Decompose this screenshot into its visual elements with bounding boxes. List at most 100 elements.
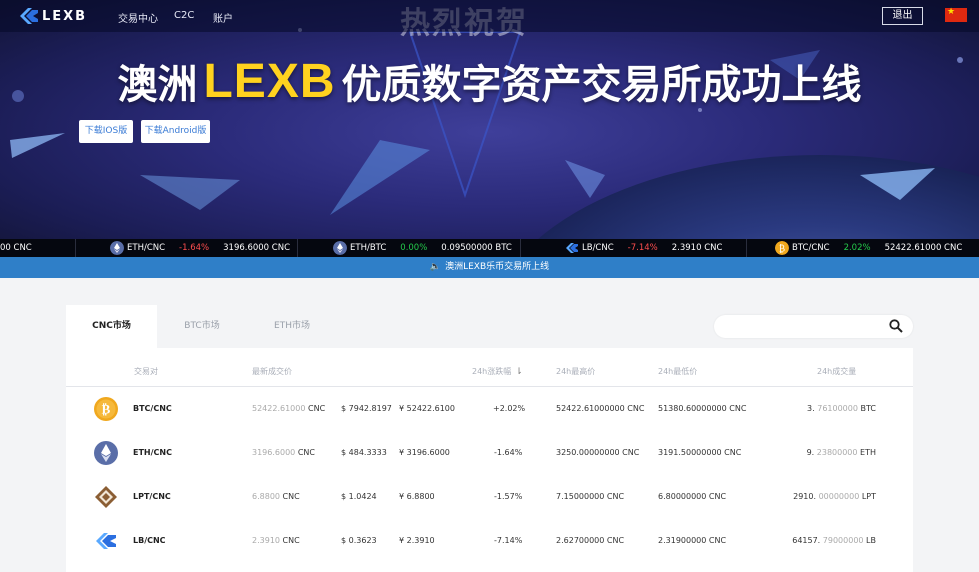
pair-name: BTC/CNC	[133, 404, 172, 413]
headline-suffix: 优质数字资产交易所成功上线	[341, 62, 862, 108]
last-price: 6.8800	[252, 492, 280, 501]
last-price-unit: CNC	[297, 448, 315, 457]
ticker-item[interactable]: LB/CNC -7.14% 2.3910 CNC	[565, 239, 722, 257]
volume-dec: 00000000	[818, 492, 860, 501]
change-value: +2.02%	[493, 404, 526, 413]
volume-dec: 76100000	[817, 404, 858, 413]
top-navigation: LEXB 交易中心 C2C 账户 退出 ★	[0, 0, 979, 32]
market-panel: CNC市场 BTC市场 ETH市场 交易对 最新成交价 24h涨跌幅 ⇂ 24h最…	[66, 305, 913, 572]
ticker-change: 0.00%	[400, 243, 428, 253]
volume-int: 64157.	[792, 536, 821, 545]
ticker-price: 0.09500000 BTC	[441, 243, 512, 253]
sort-icon[interactable]: ⇂	[515, 367, 523, 377]
logo[interactable]: LEXB	[20, 8, 87, 24]
col-low: 24h最低价	[658, 367, 698, 376]
col-change[interactable]: 24h涨跌幅 ⇂	[472, 366, 523, 377]
last-price: 2.3910	[252, 536, 280, 545]
ticker-item[interactable]: ETH/BTC 0.00% 0.09500000 BTC	[333, 239, 512, 257]
low-value: 3191.50000000 CNC	[658, 448, 742, 457]
col-pair: 交易对	[134, 367, 158, 376]
download-android-button[interactable]: 下载Android版	[141, 120, 210, 143]
col-volume: 24h成交量	[817, 367, 857, 376]
china-flag-icon[interactable]: ★	[945, 7, 967, 22]
col-high: 24h最高价	[556, 367, 596, 376]
usd-price: $ 1.0424	[341, 492, 377, 501]
logo-text: LEXB	[42, 8, 88, 24]
nav-c2c[interactable]: C2C	[174, 10, 194, 21]
ticker-item[interactable]: 00 CNC	[0, 239, 32, 257]
low-value: 2.31900000 CNC	[658, 536, 727, 545]
volume-int: 3.	[807, 404, 815, 413]
volume-dec: 79000000	[822, 536, 864, 545]
volume-int: 2910.	[793, 492, 817, 501]
col-last-price: 最新成交价	[252, 367, 292, 376]
tab-btc-market[interactable]: BTC市场	[166, 305, 238, 348]
table-row[interactable]: ₿ BTC/CNC 52422.61000 CNC $ 7942.8197 ¥ …	[66, 388, 913, 432]
btc-icon: ₿	[94, 397, 118, 421]
cny-price: ¥ 3196.6000	[399, 448, 450, 457]
eth-icon	[110, 241, 124, 255]
speaker-icon: 🔈	[429, 262, 442, 272]
last-price: 52422.61000	[252, 404, 306, 413]
high-value: 52422.61000000 CNC	[556, 404, 645, 413]
change-value: -1.64%	[494, 448, 523, 457]
high-value: 3250.00000000 CNC	[556, 448, 640, 457]
headline-prefix: 澳洲	[117, 62, 198, 108]
download-ios-button[interactable]: 下载IOS版	[79, 120, 133, 143]
nav-account[interactable]: 账户	[213, 10, 233, 25]
announcement-text: 澳洲LEXB乐币交易所上线	[445, 262, 550, 272]
table-row[interactable]: LPT/CNC 6.8800 CNC $ 1.0424 ¥ 6.8800 -1.…	[66, 476, 913, 520]
cny-price: ¥ 52422.6100	[399, 404, 455, 413]
logout-button[interactable]: 退出	[882, 7, 923, 25]
high-value: 2.62700000 CNC	[556, 536, 625, 545]
tab-eth-market[interactable]: ETH市场	[256, 305, 328, 348]
market-table: 交易对 最新成交价 24h涨跌幅 ⇂ 24h最高价 24h最低价 24h成交量 ₿…	[66, 348, 913, 572]
search-icon[interactable]	[889, 319, 903, 333]
tab-cnc-market[interactable]: CNC市场	[66, 305, 157, 348]
ticker-price: 52422.61000 CNC	[884, 243, 963, 253]
lexb-logo-icon	[20, 8, 38, 24]
svg-text:₿: ₿	[779, 244, 785, 255]
last-price-unit: CNC	[282, 492, 300, 501]
hero-headline: 澳洲 LEXB 优质数字资产交易所成功上线	[0, 52, 979, 110]
eth-icon	[333, 241, 347, 255]
volume-unit: BTC	[860, 404, 877, 413]
volume-unit: ETH	[860, 448, 876, 457]
low-value: 6.80000000 CNC	[658, 492, 727, 501]
last-price-unit: CNC	[282, 536, 300, 545]
table-row[interactable]: LB/CNC 2.3910 CNC $ 0.3623 ¥ 2.3910 -7.1…	[66, 520, 913, 564]
search-box	[714, 315, 913, 338]
nav-trade-center[interactable]: 交易中心	[118, 10, 158, 25]
ticker-price: 2.3910 CNC	[671, 243, 723, 253]
ticker-price: 00 CNC	[0, 243, 32, 253]
ticker-change: 2.02%	[843, 243, 871, 253]
ticker-pair: ETH/BTC	[350, 243, 387, 253]
announcement-bar[interactable]: 🔈 澳洲LEXB乐币交易所上线	[0, 257, 979, 278]
cny-price: ¥ 2.3910	[399, 536, 435, 545]
ticker-item[interactable]: ₿ BTC/CNC 2.02% 52422.61000 CNC	[775, 239, 962, 257]
low-value: 51380.60000000 CNC	[658, 404, 747, 413]
pair-name: LB/CNC	[133, 536, 166, 545]
lb-icon	[96, 533, 116, 549]
table-row[interactable]: ETH/CNC 3196.6000 CNC $ 484.3333 ¥ 3196.…	[66, 432, 913, 476]
ticker-price: 3196.6000 CNC	[223, 243, 291, 253]
last-price: 3196.6000	[252, 448, 296, 457]
usd-price: $ 7942.8197	[341, 404, 392, 413]
volume-int: 9.	[806, 448, 815, 457]
search-input[interactable]	[726, 318, 876, 335]
cny-price: ¥ 6.8800	[399, 492, 435, 501]
headline-brand: LEXB	[203, 54, 336, 108]
change-value: -7.14%	[494, 536, 523, 545]
ticker-pair: ETH/CNC	[127, 243, 166, 253]
table-header: 交易对 最新成交价 24h涨跌幅 ⇂ 24h最高价 24h最低价 24h成交量	[66, 348, 913, 387]
usd-price: $ 484.3333	[341, 448, 387, 457]
usd-price: $ 0.3623	[341, 536, 377, 545]
svg-text:₿: ₿	[102, 403, 111, 418]
market-tabs: CNC市场 BTC市场 ETH市场	[66, 305, 913, 348]
lpt-icon	[95, 486, 117, 508]
pair-name: ETH/CNC	[133, 448, 172, 457]
price-ticker: 00 CNC ETH/CNC -1.64% 3196.6000 CNC ETH/…	[0, 239, 979, 257]
ticker-item[interactable]: ETH/CNC -1.64% 3196.6000 CNC	[110, 239, 290, 257]
hero-banner: 热烈祝贺 LEXB 交易中心 C2C 账户 退出 ★ 澳洲 LEXB 优质数字资…	[0, 0, 979, 240]
high-value: 7.15000000 CNC	[556, 492, 625, 501]
